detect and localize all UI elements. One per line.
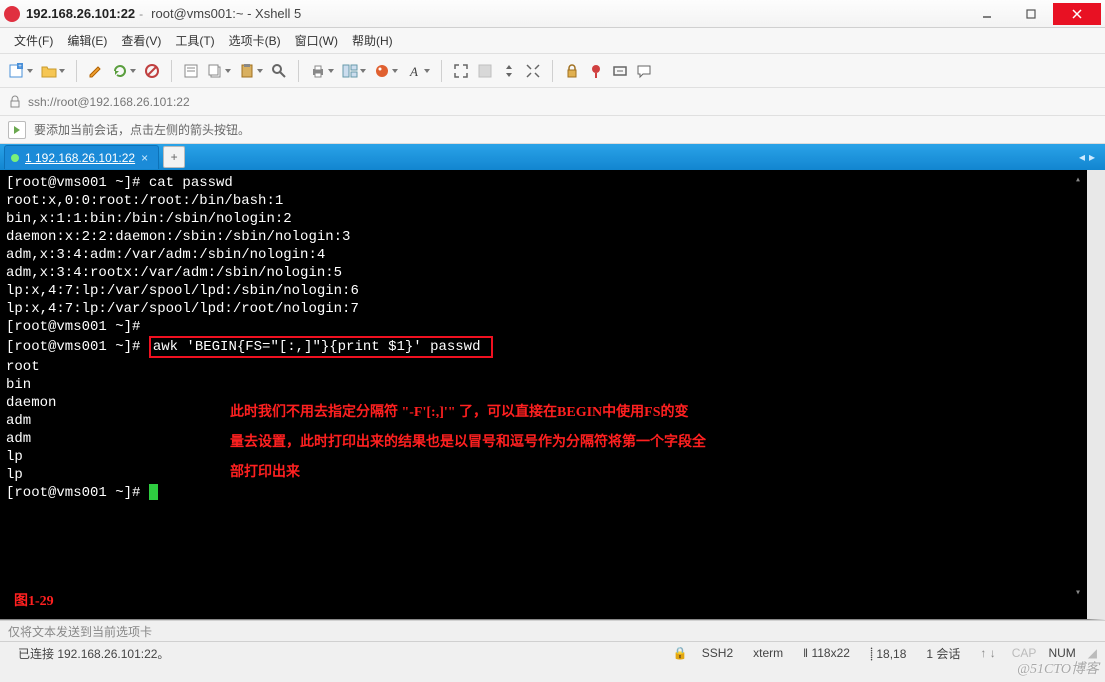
fit-icon[interactable] [609,60,631,82]
new-tab-button[interactable]: + [163,146,185,168]
terminal-line: [root@vms001 ~]# cat passwd [6,174,1081,192]
window-title-host: 192.168.26.101:22 [26,6,135,21]
status-conn: 已连接 192.168.26.101:22。 [8,645,179,662]
disconnect-icon[interactable] [141,60,163,82]
toolbar-separator [441,60,442,82]
scroll-down-icon[interactable]: ▾ [1071,585,1085,599]
lockscroll-icon[interactable] [561,60,583,82]
terminal[interactable]: [root@vms001 ~]# cat passwd root:x,0:0:r… [0,170,1105,620]
add-session-arrow-icon[interactable] [8,121,26,139]
font-icon[interactable]: A [403,60,425,82]
toolbar-separator [552,60,553,82]
status-sess: 1 会话 [916,645,970,662]
menu-tab[interactable]: 选项卡(B) [223,30,287,51]
ssh-icon: 🔒 [673,646,688,660]
terminal-line: adm,x:3:4:rootx:/var/adm:/sbin/nologin:5 [6,264,1081,282]
terminal-line: bin [6,376,1081,394]
color-icon[interactable] [371,60,393,82]
title-separator: - [139,7,143,21]
svg-text:A: A [409,64,418,79]
minimize-button[interactable] [965,3,1009,25]
menu-tools[interactable]: 工具(T) [169,30,220,51]
watermark: @51CTO博客 [1017,658,1099,678]
toolbar-separator [171,60,172,82]
terminal-line: root:x,0:0:root:/root:/bin/bash:1 [6,192,1081,210]
transparency-icon[interactable] [474,60,496,82]
terminal-line: adm,x:3:4:adm:/var/adm:/sbin/nologin:4 [6,246,1081,264]
terminal-line: [root@vms001 ~]# [6,318,1081,336]
hint-bar: 要添加当前会话，点击左侧的箭头按钮。 [0,116,1105,144]
status-size: ‖ 118x22 [793,646,860,660]
status-term: xterm [743,646,793,660]
hint-text: 要添加当前会话，点击左侧的箭头按钮。 [34,121,250,138]
highlighted-command: awk 'BEGIN{FS="[:,]"}{print $1}' passwd [149,336,493,358]
cursor-icon [149,484,158,500]
menu-view[interactable]: 查看(V) [115,30,167,51]
edit-icon[interactable] [85,60,107,82]
scroll-up-icon[interactable]: ▴ [1071,172,1085,186]
menu-help[interactable]: 帮助(H) [346,30,399,51]
session-tab[interactable]: 1 192.168.26.101:22 × [4,145,159,169]
status-pos: ⸽ 18,18 [860,645,916,662]
lock-icon [8,95,22,109]
toolbar: + A [0,54,1105,88]
terminal-line: root [6,358,1081,376]
toolbar-separator [76,60,77,82]
open-icon[interactable] [38,60,60,82]
tab-label: 1 192.168.26.101:22 [25,151,135,165]
fullscreen-icon[interactable] [450,60,472,82]
annotation-text: 此时我们不用去指定分隔符 "-F'[:,]'" 了，可以直接在BEGIN中使用F… [230,398,830,488]
terminal-wrap: [root@vms001 ~]# cat passwd root:x,0:0:r… [0,170,1105,620]
menu-window[interactable]: 窗口(W) [289,30,344,51]
svg-text:+: + [18,64,22,70]
layout-icon[interactable] [339,60,361,82]
tab-next-icon[interactable]: ▸ [1089,150,1095,164]
reconnect-icon[interactable] [109,60,131,82]
send-bar[interactable]: 仅将文本发送到当前选项卡 [0,620,1105,642]
vscroll-icon[interactable] [498,60,520,82]
marker-icon[interactable] [585,60,607,82]
paste-icon[interactable] [236,60,258,82]
status-ssh: SSH2 [692,646,743,660]
tabstrip: 1 192.168.26.101:22 × + ◂ ▸ [0,144,1105,170]
menu-file[interactable]: 文件(F) [8,30,59,51]
terminal-line: bin,x:1:1:bin:/bin:/sbin/nologin:2 [6,210,1081,228]
chat-icon[interactable] [633,60,655,82]
expand-icon[interactable] [522,60,544,82]
tab-close-icon[interactable]: × [141,151,148,165]
menubar: 文件(F) 编辑(E) 查看(V) 工具(T) 选项卡(B) 窗口(W) 帮助(… [0,28,1105,54]
address-bar: ssh://root@192.168.26.101:22 [0,88,1105,116]
new-session-icon[interactable]: + [6,60,28,82]
address-url[interactable]: ssh://root@192.168.26.101:22 [28,95,190,109]
print-icon[interactable] [307,60,329,82]
tab-prev-icon[interactable]: ◂ [1079,150,1085,164]
connection-status-dot-icon [11,154,19,162]
terminal-line-hl: [root@vms001 ~]# awk 'BEGIN{FS="[:,]"}{p… [6,336,1081,358]
menu-edit[interactable]: 编辑(E) [61,30,113,51]
titlebar: 192.168.26.101:22 - root@vms001:~ - Xshe… [0,0,1105,28]
terminal-line: lp:x,4:7:lp:/var/spool/lpd:/root/nologin… [6,300,1081,318]
copy-icon[interactable] [204,60,226,82]
figure-label: 图1-29 [14,593,54,611]
status-updown-icon[interactable]: ↑ ↓ [970,646,1005,660]
toolbar-separator [298,60,299,82]
terminal-line: daemon:x:2:2:daemon:/sbin:/sbin/nologin:… [6,228,1081,246]
window-title-tail: root@vms001:~ - Xshell 5 [151,6,301,21]
close-button[interactable] [1053,3,1101,25]
properties-icon[interactable] [180,60,202,82]
send-bar-text: 仅将文本发送到当前选项卡 [8,623,152,640]
find-icon[interactable] [268,60,290,82]
maximize-button[interactable] [1009,3,1053,25]
terminal-line: lp:x,4:7:lp:/var/spool/lpd:/sbin/nologin… [6,282,1081,300]
status-bar: 已连接 192.168.26.101:22。 🔒 SSH2 xterm ‖ 11… [0,642,1105,664]
app-icon [4,6,20,22]
